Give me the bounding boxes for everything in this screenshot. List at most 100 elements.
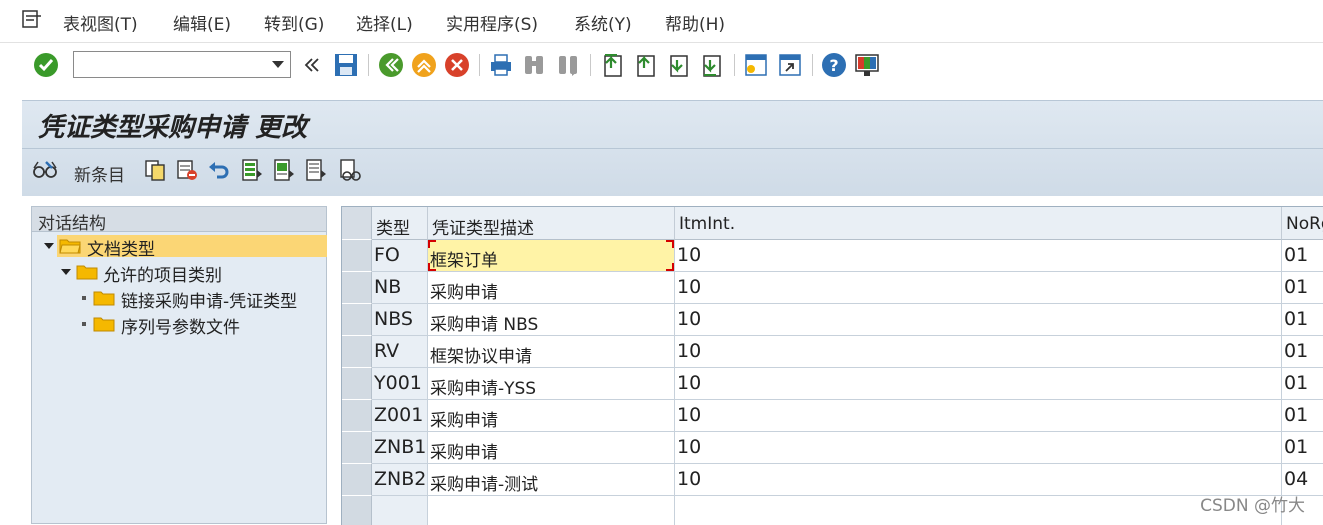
menu-icon[interactable] bbox=[22, 10, 42, 28]
menu-edit[interactable]: 编辑(E) bbox=[173, 10, 231, 35]
row-selector[interactable] bbox=[342, 464, 372, 496]
column-header-description[interactable]: 凭证类型描述 bbox=[428, 207, 675, 240]
copy-icon[interactable] bbox=[143, 158, 167, 182]
cell-itmint[interactable]: 10 bbox=[675, 240, 1282, 272]
column-header-norg[interactable]: NoRg bbox=[1282, 207, 1323, 240]
menu-system[interactable]: 系统(Y) bbox=[574, 10, 632, 35]
cell-description[interactable]: 采购申请-YSS bbox=[428, 368, 675, 400]
select-block-icon[interactable] bbox=[272, 158, 296, 182]
shortcut-icon[interactable] bbox=[777, 52, 803, 78]
expand-triangle-icon[interactable] bbox=[43, 241, 55, 251]
cancel-icon[interactable] bbox=[444, 52, 470, 78]
new-session-icon[interactable] bbox=[743, 52, 769, 78]
cell-itmint[interactable]: 10 bbox=[675, 336, 1282, 368]
menu-help[interactable]: 帮助(H) bbox=[665, 10, 725, 35]
cell-text: 10 bbox=[677, 436, 702, 458]
cell-description[interactable]: 框架订单 bbox=[428, 240, 675, 272]
tree-node-allowed-item-categories[interactable]: 允许的项目类别 bbox=[33, 259, 327, 286]
cell-norg[interactable]: 01 bbox=[1282, 240, 1323, 272]
command-dropdown-icon[interactable] bbox=[272, 61, 284, 68]
cell-text: 10 bbox=[677, 244, 702, 266]
select-all-icon[interactable] bbox=[240, 158, 264, 182]
cell-text: 采购申请 bbox=[430, 443, 498, 463]
cell-description[interactable]: 采购申请 NBS bbox=[428, 304, 675, 336]
menu-select[interactable]: 选择(L) bbox=[356, 10, 413, 35]
new-entries-button[interactable]: 新条目 bbox=[74, 161, 125, 186]
cell-description[interactable]: 框架协议申请 bbox=[428, 336, 675, 368]
double-left-icon[interactable] bbox=[303, 56, 321, 74]
expand-triangle-icon[interactable] bbox=[60, 267, 72, 277]
cell-itmint[interactable]: 10 bbox=[675, 400, 1282, 432]
cell-itmint[interactable]: 10 bbox=[675, 368, 1282, 400]
cell-text: ZNB1 bbox=[374, 436, 427, 458]
cell-norg[interactable]: 01 bbox=[1282, 400, 1323, 432]
cell-type: ZNB1 bbox=[372, 432, 428, 464]
first-page-icon[interactable] bbox=[599, 52, 625, 78]
cell-text: RV bbox=[374, 340, 400, 362]
cell-itmint[interactable]: 10 bbox=[675, 464, 1282, 496]
cell-norg[interactable]: 01 bbox=[1282, 336, 1323, 368]
empty-cell bbox=[372, 496, 428, 525]
row-selector[interactable] bbox=[342, 432, 372, 464]
folder-icon bbox=[93, 291, 115, 306]
cell-text: 采购申请 bbox=[430, 411, 498, 431]
column-header-itmint[interactable]: ItmInt. bbox=[675, 207, 1282, 240]
cell-type: ZNB2 bbox=[372, 464, 428, 496]
command-field[interactable] bbox=[73, 51, 291, 78]
cell-norg[interactable]: 01 bbox=[1282, 272, 1323, 304]
cell-itmint[interactable]: 10 bbox=[675, 272, 1282, 304]
last-page-icon[interactable] bbox=[698, 52, 724, 78]
row-selector[interactable] bbox=[342, 304, 372, 336]
prev-page-icon[interactable] bbox=[632, 52, 658, 78]
undo-icon[interactable] bbox=[207, 158, 231, 182]
select-all-header[interactable] bbox=[342, 207, 372, 240]
cell-text: Z001 bbox=[374, 404, 424, 426]
cell-norg[interactable]: 01 bbox=[1282, 304, 1323, 336]
tree-node-document-types[interactable]: 文档类型 bbox=[33, 233, 327, 260]
cell-description[interactable]: 采购申请 bbox=[428, 272, 675, 304]
folder-icon bbox=[93, 317, 115, 332]
print-icon[interactable] bbox=[488, 52, 514, 78]
tree-node-link-purchase-req[interactable]: 链接采购申请-凭证类型 bbox=[33, 285, 327, 312]
cell-type: Y001 bbox=[372, 368, 428, 400]
cell-itmint[interactable]: 10 bbox=[675, 432, 1282, 464]
cell-description[interactable]: 采购申请-测试 bbox=[428, 464, 675, 496]
cell-description[interactable]: 采购申请 bbox=[428, 400, 675, 432]
cell-text: 10 bbox=[677, 276, 702, 298]
dialog-structure-panel: 对话结构 文档类型 允许的项目类别 链接采购申请-凭证类型 序列号参数文件 bbox=[31, 206, 327, 524]
cell-text: NB bbox=[374, 276, 402, 298]
exit-icon[interactable] bbox=[411, 52, 437, 78]
cell-description[interactable]: 采购申请 bbox=[428, 432, 675, 464]
find-next-icon[interactable] bbox=[555, 52, 581, 78]
row-selector[interactable] bbox=[342, 368, 372, 400]
config-icon[interactable] bbox=[337, 158, 361, 182]
row-selector[interactable] bbox=[342, 400, 372, 432]
tree-node-label: 序列号参数文件 bbox=[121, 318, 240, 338]
delete-icon[interactable] bbox=[175, 158, 199, 182]
cell-itmint[interactable]: 10 bbox=[675, 304, 1282, 336]
row-selector[interactable] bbox=[342, 240, 372, 272]
customize-layout-icon[interactable] bbox=[854, 52, 880, 78]
save-icon[interactable] bbox=[333, 52, 359, 78]
tree-node-label: 允许的项目类别 bbox=[103, 266, 222, 286]
row-selector[interactable] bbox=[342, 272, 372, 304]
help-icon[interactable]: ? bbox=[821, 52, 847, 78]
row-selector[interactable] bbox=[342, 336, 372, 368]
menu-table-view[interactable]: 表视图(T) bbox=[63, 10, 138, 35]
focus-corner-marker bbox=[428, 240, 436, 248]
cell-norg[interactable]: 01 bbox=[1282, 432, 1323, 464]
next-page-icon[interactable] bbox=[665, 52, 691, 78]
find-icon[interactable] bbox=[521, 52, 547, 78]
column-header-type[interactable]: 类型 bbox=[372, 207, 428, 240]
cell-type: RV bbox=[372, 336, 428, 368]
menu-utilities[interactable]: 实用程序(S) bbox=[446, 10, 538, 35]
menu-goto[interactable]: 转到(G) bbox=[264, 10, 324, 35]
cell-norg[interactable]: 01 bbox=[1282, 368, 1323, 400]
glasses-icon[interactable] bbox=[32, 158, 58, 182]
deselect-all-icon[interactable] bbox=[304, 158, 328, 182]
check-icon[interactable] bbox=[33, 52, 59, 78]
cell-text: 采购申请-YSS bbox=[430, 379, 537, 399]
back-icon[interactable] bbox=[378, 52, 404, 78]
menu-bar: 表视图(T) 编辑(E) 转到(G) 选择(L) 实用程序(S) 系统(Y) 帮… bbox=[0, 0, 1323, 43]
tree-node-serial-number-profile[interactable]: 序列号参数文件 bbox=[33, 311, 327, 338]
